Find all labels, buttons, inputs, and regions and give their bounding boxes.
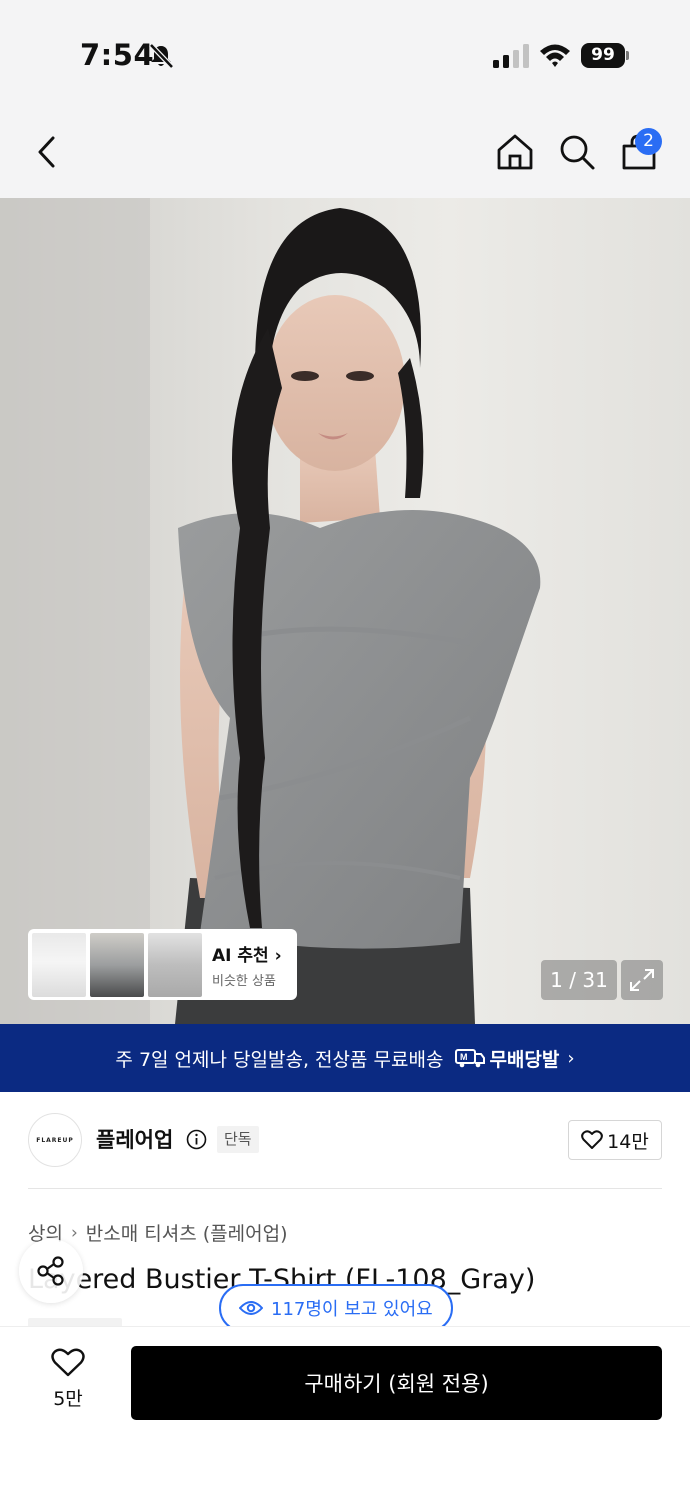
battery-cap — [626, 51, 629, 60]
brand-name[interactable]: 플레어업 — [96, 1124, 173, 1154]
product-image[interactable]: AI 추천 › 비슷한 상품 1 / 31 — [0, 198, 690, 1024]
divider — [28, 1188, 662, 1189]
cart-count-badge: 2 — [635, 128, 662, 155]
ai-thumb-1[interactable] — [32, 932, 86, 997]
expand-icon — [630, 969, 654, 991]
exclusive-badge: 단독 — [217, 1126, 259, 1153]
banner-logo: M 무배당발 — [455, 1045, 559, 1072]
battery-level: 99 — [581, 43, 625, 68]
chevron-right-icon: › — [70, 1222, 78, 1243]
share-icon — [37, 1256, 64, 1286]
chevron-right-icon: › — [274, 945, 282, 966]
status-time: 7:54 — [80, 38, 155, 72]
brand-logo[interactable]: FLAREUP — [28, 1113, 82, 1167]
like-button[interactable]: 5만 — [38, 1348, 98, 1418]
breadcrumb-subcategory[interactable]: 반소매 티셔츠 (플레어업) — [86, 1219, 288, 1246]
signal-icon — [493, 44, 529, 68]
ai-recommend-title: AI 추천 — [212, 945, 269, 966]
like-count: 5만 — [53, 1388, 83, 1410]
back-icon[interactable] — [28, 132, 68, 172]
ai-thumb-3[interactable] — [148, 932, 202, 997]
chevron-right-icon: › — [567, 1047, 575, 1069]
ai-thumb-2[interactable] — [90, 932, 144, 997]
brand-like-button[interactable]: 14만 — [568, 1120, 662, 1160]
nav-bar — [0, 105, 690, 198]
eye-icon — [239, 1301, 263, 1315]
expand-button[interactable] — [621, 960, 663, 1000]
product-photo — [0, 198, 541, 1024]
home-icon[interactable] — [495, 132, 535, 172]
delivery-banner[interactable]: 주 7일 언제나 당일발송, 전상품 무료배송 M 무배당발 › — [0, 1024, 690, 1092]
bell-off-icon — [149, 43, 174, 69]
viewers-pill: 117명이 보고 있어요 — [219, 1284, 453, 1332]
delivery-icon: M — [455, 1049, 486, 1068]
brand-like-count: 14만 — [607, 1130, 649, 1153]
viewers-text: 117명이 보고 있어요 — [271, 1299, 433, 1320]
image-counter: 1 / 31 — [541, 960, 617, 1000]
tag-peek — [28, 1318, 122, 1326]
info-icon[interactable] — [186, 1129, 207, 1150]
heart-icon — [581, 1130, 604, 1149]
banner-text: 주 7일 언제나 당일발송, 전상품 무료배송 — [115, 1048, 444, 1071]
wifi-icon — [540, 44, 570, 67]
heart-icon — [51, 1348, 85, 1377]
buy-button[interactable]: 구매하기 (회원 전용) — [131, 1346, 662, 1420]
search-icon[interactable] — [557, 132, 597, 172]
ai-recommend-text: AI 추천 › 비슷한 상품 — [212, 941, 282, 989]
svg-text:M: M — [460, 1052, 468, 1062]
ai-recommend-subtitle: 비슷한 상품 — [212, 973, 276, 989]
status-bar: 7:54 99 — [0, 0, 690, 105]
share-button[interactable] — [19, 1239, 83, 1303]
ai-recommend-card[interactable]: AI 추천 › 비슷한 상품 — [28, 929, 297, 1000]
banner-logo-text: 무배당발 — [489, 1048, 560, 1071]
battery-indicator: 99 — [581, 43, 629, 68]
breadcrumb: 상의 › 반소매 티셔츠 (플레어업) — [28, 1219, 288, 1246]
